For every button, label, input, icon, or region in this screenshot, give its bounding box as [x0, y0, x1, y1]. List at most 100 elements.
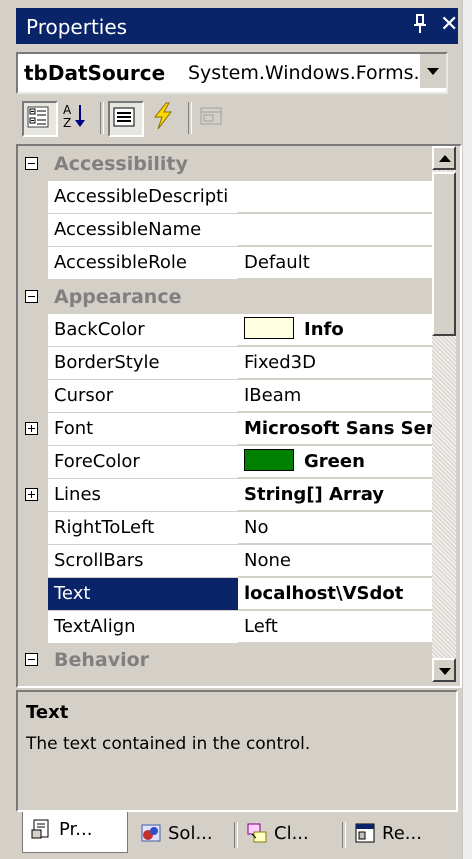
property-name[interactable]: BorderStyle: [48, 347, 243, 380]
property-row-accessible-description[interactable]: AccessibleDescripti: [18, 181, 432, 214]
category-label: Behavior: [54, 649, 150, 671]
color-swatch: [244, 449, 294, 471]
property-name[interactable]: AccessibleDescripti: [48, 181, 243, 214]
toolbar-separator: [188, 102, 192, 134]
bottom-tab-strip: Pr... Sol... Cl... Re...: [16, 812, 458, 856]
events-icon: [153, 102, 173, 130]
collapse-icon[interactable]: [25, 653, 38, 666]
categorized-icon: [27, 106, 49, 128]
svg-text:A: A: [63, 103, 72, 117]
object-type: System.Windows.Forms.TextBox: [188, 62, 446, 84]
property-value[interactable]: Info: [238, 314, 432, 346]
property-value[interactable]: Fixed3D: [238, 347, 432, 379]
tab-label: Cl...: [274, 823, 309, 844]
property-name[interactable]: TextAlign: [48, 611, 243, 644]
object-selector-dropdown[interactable]: tbDatSource System.Windows.Forms.TextBox: [16, 52, 448, 94]
tab-resource-view[interactable]: Re...: [346, 816, 454, 852]
tab-properties[interactable]: Pr...: [22, 812, 128, 853]
property-value[interactable]: Left: [238, 611, 432, 643]
property-value[interactable]: None: [238, 545, 432, 577]
category-accessibility[interactable]: Accessibility: [18, 148, 432, 181]
property-value[interactable]: String[] Array: [238, 479, 432, 511]
scroll-down-button[interactable]: [432, 658, 456, 682]
property-name[interactable]: BackColor: [48, 314, 243, 347]
property-name[interactable]: AccessibleRole: [48, 247, 243, 280]
property-row-back-color[interactable]: BackColor Info: [18, 314, 432, 347]
tab-label: Re...: [382, 823, 422, 844]
color-name: Info: [304, 319, 344, 340]
color-name: Green: [304, 451, 365, 472]
tab-label: Sol...: [168, 823, 213, 844]
chevron-down-icon[interactable]: [418, 54, 446, 88]
property-value[interactable]: [238, 181, 432, 213]
svg-text:Z: Z: [63, 116, 71, 130]
property-row-font[interactable]: Font Microsoft Sans Serif: [18, 413, 432, 446]
window-title: Properties: [26, 15, 128, 39]
scroll-thumb[interactable]: [432, 172, 456, 336]
description-text: The text contained in the control.: [26, 734, 311, 754]
property-value[interactable]: [238, 214, 432, 246]
property-value[interactable]: IBeam: [238, 380, 432, 412]
properties-window: Properties ✕ tbDatSource System.Windows.…: [0, 0, 472, 859]
properties-tab-icon: [31, 817, 53, 839]
title-bar[interactable]: Properties ✕: [16, 8, 458, 44]
collapse-icon[interactable]: [25, 157, 38, 170]
property-row-fore-color[interactable]: ForeColor Green: [18, 446, 432, 479]
property-name[interactable]: ForeColor: [48, 446, 243, 479]
class-view-icon: [246, 821, 268, 843]
property-name[interactable]: Font: [48, 413, 243, 446]
property-row-right-to-left[interactable]: RightToLeft No: [18, 512, 432, 545]
vertical-scrollbar[interactable]: [432, 146, 456, 682]
expand-icon[interactable]: [25, 488, 38, 501]
tab-label: Pr...: [59, 819, 93, 840]
category-appearance[interactable]: Appearance: [18, 281, 432, 314]
solution-explorer-icon: [140, 821, 162, 843]
collapse-icon[interactable]: [25, 290, 38, 303]
property-value[interactable]: Microsoft Sans Serif: [238, 413, 432, 445]
property-row-cursor[interactable]: Cursor IBeam: [18, 380, 432, 413]
property-row-scroll-bars[interactable]: ScrollBars None: [18, 545, 432, 578]
pin-icon[interactable]: [412, 14, 428, 39]
color-swatch: [244, 317, 294, 339]
property-value[interactable]: Green: [238, 446, 432, 478]
category-label: Accessibility: [54, 153, 188, 175]
property-grid: Accessibility AccessibleDescripti Access…: [16, 144, 462, 688]
property-row-border-style[interactable]: BorderStyle Fixed3D: [18, 347, 432, 380]
resource-view-icon: [354, 821, 376, 843]
property-row-text-align[interactable]: TextAlign Left: [18, 611, 432, 644]
property-pages-icon: [200, 107, 222, 125]
property-name[interactable]: Lines: [48, 479, 243, 512]
property-row-text[interactable]: Text localhost\VSdot: [18, 578, 432, 611]
property-row-lines[interactable]: Lines String[] Array: [18, 479, 432, 512]
alphabetical-button[interactable]: AZ: [60, 101, 92, 133]
expand-icon[interactable]: [25, 422, 38, 435]
property-value[interactable]: Default: [238, 247, 432, 279]
property-row-accessible-name[interactable]: AccessibleName: [18, 214, 432, 247]
property-name[interactable]: Cursor: [48, 380, 243, 413]
categorized-button[interactable]: [22, 101, 58, 137]
properties-icon: [113, 107, 135, 127]
tab-class-view[interactable]: Cl...: [238, 816, 338, 852]
description-title: Text: [26, 702, 69, 723]
property-name[interactable]: RightToLeft: [48, 512, 243, 545]
alphabetical-icon: AZ: [63, 103, 85, 130]
properties-toolbar: AZ: [16, 96, 458, 140]
object-name: tbDatSource: [24, 61, 166, 85]
background-edge: [462, 0, 472, 859]
tab-solution-explorer[interactable]: Sol...: [132, 816, 232, 852]
property-pages-button[interactable]: [196, 101, 228, 133]
property-value[interactable]: localhost\VSdot: [238, 578, 432, 610]
category-label: Appearance: [54, 286, 182, 308]
scroll-up-button[interactable]: [432, 146, 456, 170]
properties-button[interactable]: [108, 101, 144, 137]
category-behavior[interactable]: Behavior: [18, 644, 432, 677]
toolbar-separator: [100, 102, 104, 134]
description-pane: Text The text contained in the control.: [16, 690, 458, 812]
property-name[interactable]: AccessibleName: [48, 214, 243, 247]
property-value[interactable]: No: [238, 512, 432, 544]
property-name-selected[interactable]: Text: [48, 578, 243, 611]
property-row-accessible-role[interactable]: AccessibleRole Default: [18, 247, 432, 280]
property-name[interactable]: ScrollBars: [48, 545, 243, 578]
close-icon[interactable]: ✕: [440, 12, 458, 37]
events-button[interactable]: [148, 101, 180, 133]
